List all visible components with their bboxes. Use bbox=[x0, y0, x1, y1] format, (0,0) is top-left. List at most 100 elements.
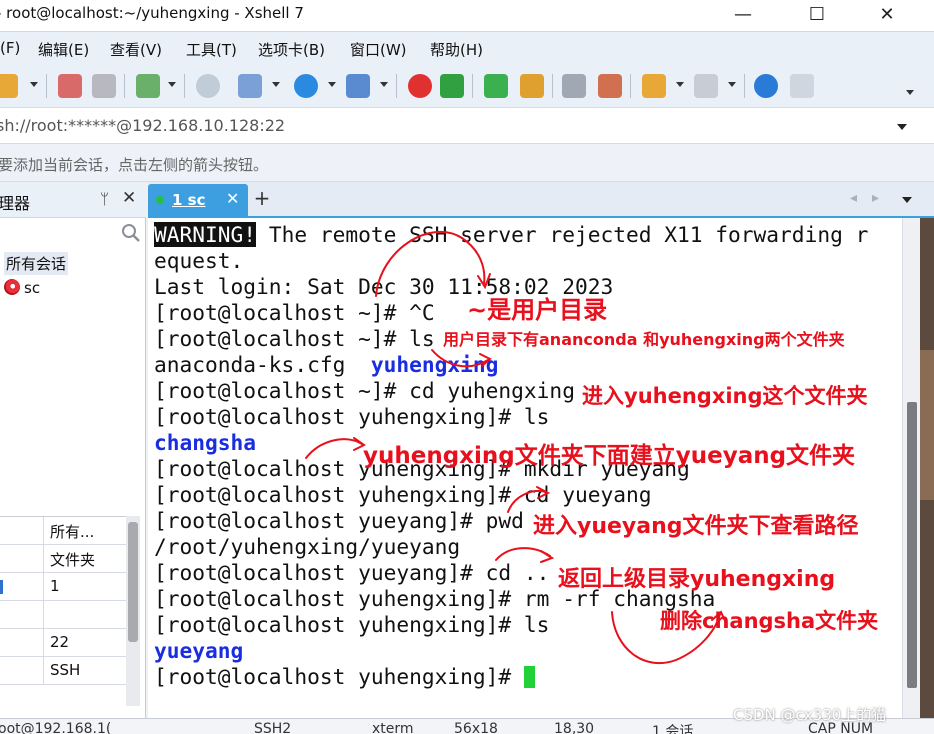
terminal-line: [root@localhost yuhengxing]# cd yueyang bbox=[154, 482, 652, 507]
chat-icon[interactable] bbox=[790, 74, 814, 98]
properties-icon[interactable] bbox=[136, 74, 160, 98]
xftp-icon[interactable] bbox=[440, 74, 464, 98]
search-icon[interactable] bbox=[120, 222, 142, 244]
terminal-scrollbar[interactable] bbox=[902, 218, 920, 718]
property-row: 所有... bbox=[0, 517, 128, 545]
dropdown-arrow-icon[interactable] bbox=[272, 82, 280, 87]
dropdown-arrow-icon[interactable] bbox=[168, 82, 176, 87]
terminal-line: [root@localhost yuhengxing]# ls bbox=[154, 404, 550, 429]
tab-scroll-left-icon[interactable]: ◂ bbox=[850, 190, 857, 206]
font-icon[interactable] bbox=[346, 74, 370, 98]
help-icon[interactable] bbox=[754, 74, 778, 98]
xshell-logo-icon[interactable] bbox=[408, 74, 432, 98]
property-value: 1 bbox=[50, 577, 60, 595]
window-title: - root@localhost:~/yuhengxing - Xshell 7 bbox=[0, 4, 304, 22]
menu-file[interactable]: (F) bbox=[0, 39, 20, 57]
hint-text: 要添加当前会话，点击左侧的箭头按钮。 bbox=[0, 156, 269, 174]
toolbar-overflow-icon[interactable] bbox=[906, 90, 914, 95]
connected-status-icon bbox=[156, 196, 164, 204]
tile-icon[interactable] bbox=[694, 74, 718, 98]
layout-icon[interactable] bbox=[238, 74, 262, 98]
annotation-pwd: 进入yueyang文件夹下查看路径 bbox=[533, 514, 859, 539]
warning-tag: WARNING! bbox=[154, 222, 257, 247]
dropdown-arrow-icon[interactable] bbox=[676, 82, 684, 87]
terminal-line: [root@localhost ~]# ^C bbox=[154, 300, 435, 325]
scrollbar-thumb[interactable] bbox=[128, 522, 138, 642]
fullscreen-icon[interactable] bbox=[484, 74, 508, 98]
toolbar-separator bbox=[744, 74, 745, 98]
menu-edit[interactable]: 编辑(E) bbox=[38, 39, 89, 60]
address-bar[interactable]: sh://root:******@192.168.10.128:22 bbox=[0, 108, 934, 144]
annotation-mkdir: yuhengxing文件夹下面建立yueyang文件夹 bbox=[363, 443, 856, 469]
globe-icon[interactable] bbox=[294, 74, 318, 98]
minimize-button[interactable]: — bbox=[720, 0, 766, 30]
address-text: sh://root:******@192.168.10.128:22 bbox=[0, 116, 286, 135]
pin-icon[interactable]: ᛘ bbox=[100, 190, 109, 208]
property-row: SSH bbox=[0, 657, 128, 685]
keyboard-icon[interactable] bbox=[562, 74, 586, 98]
lock-icon[interactable] bbox=[520, 74, 544, 98]
directory-name: yuhengxing bbox=[370, 352, 499, 377]
property-key bbox=[0, 657, 44, 685]
property-key bbox=[0, 517, 44, 545]
menu-view[interactable]: 查看(V) bbox=[110, 39, 162, 60]
annotation-rm: 删除changsha文件夹 bbox=[660, 609, 879, 633]
pen-icon[interactable] bbox=[598, 74, 622, 98]
menu-tabs[interactable]: 选项卡(B) bbox=[258, 39, 325, 60]
dropdown-arrow-icon[interactable] bbox=[328, 82, 336, 87]
session-properties: 所有... 文件夹 1 22 SSH bbox=[0, 516, 128, 706]
terminal-line: [root@localhost ~]# ls bbox=[154, 326, 435, 351]
toolbar-separator bbox=[472, 74, 473, 98]
menu-tools[interactable]: 工具(T) bbox=[186, 39, 237, 60]
tab-list-dropdown-icon[interactable] bbox=[902, 197, 912, 203]
dropdown-arrow-icon[interactable] bbox=[728, 82, 736, 87]
close-button[interactable]: ✕ bbox=[864, 0, 910, 30]
status-terminal-type: xterm bbox=[372, 721, 414, 734]
scrollbar-thumb[interactable] bbox=[907, 402, 917, 688]
property-value: SSH bbox=[50, 661, 81, 679]
terminal-line: changsha bbox=[154, 430, 256, 456]
reconnect-icon[interactable] bbox=[92, 74, 116, 98]
disconnect-icon[interactable] bbox=[58, 74, 82, 98]
background-edge bbox=[920, 350, 934, 500]
tree-item-all-sessions[interactable]: 所有会话 bbox=[4, 252, 69, 275]
tree-item-sc[interactable]: sc bbox=[4, 279, 40, 297]
dropdown-arrow-icon[interactable] bbox=[30, 82, 38, 87]
menu-window[interactable]: 窗口(W) bbox=[350, 39, 407, 60]
toolbar bbox=[0, 64, 934, 108]
maximize-button[interactable]: ☐ bbox=[794, 0, 840, 30]
open-folder-icon[interactable] bbox=[0, 74, 18, 98]
properties-scrollbar[interactable] bbox=[126, 516, 140, 706]
status-protocol: SSH2 bbox=[254, 721, 292, 734]
tab-close-icon[interactable]: ✕ bbox=[226, 189, 239, 208]
tab-label: 1 sc bbox=[172, 191, 206, 209]
menu-help[interactable]: 帮助(H) bbox=[430, 39, 483, 60]
terminal-line: [root@localhost yueyang]# cd .. bbox=[154, 560, 550, 585]
new-tab-icon[interactable] bbox=[642, 74, 666, 98]
tab-sc[interactable]: 1 sc ✕ bbox=[148, 184, 248, 216]
annotation-ls-home: 用户目录下有ananconda 和yuhengxing两个文件夹 bbox=[443, 330, 845, 349]
dropdown-arrow-icon[interactable] bbox=[380, 82, 388, 87]
terminal-line: [root@localhost yueyang]# pwd bbox=[154, 508, 524, 533]
tree-item-label: sc bbox=[24, 279, 41, 297]
close-icon[interactable]: ✕ bbox=[122, 188, 136, 208]
property-value: 22 bbox=[50, 633, 70, 651]
terminal-text: anaconda-ks.cfg bbox=[154, 352, 371, 377]
chevron-down-icon[interactable] bbox=[897, 124, 907, 130]
find-icon[interactable] bbox=[196, 74, 220, 98]
add-tab-button[interactable]: + bbox=[250, 184, 274, 212]
property-row: 文件夹 bbox=[0, 545, 128, 573]
session-manager-title: 理器 bbox=[0, 194, 31, 213]
property-key bbox=[0, 629, 44, 657]
terminal-line: [root@localhost yuhengxing]# ls bbox=[154, 612, 550, 637]
session-manager-header: 理器 ᛘ ✕ bbox=[0, 182, 146, 218]
directory-name: changsha bbox=[154, 430, 257, 455]
toolbar-separator bbox=[552, 74, 553, 98]
property-row bbox=[0, 601, 128, 629]
property-value: 文件夹 bbox=[50, 551, 96, 569]
terminal-prompt: [root@localhost yuhengxing]# bbox=[154, 664, 524, 689]
tab-scroll-right-icon[interactable]: ▸ bbox=[872, 190, 879, 206]
property-key bbox=[0, 601, 44, 629]
annotation-cd-up: 返回上级目录yuhengxing bbox=[558, 567, 836, 592]
annotation-cd-yuhengxing: 进入yuhengxing这个文件夹 bbox=[582, 384, 868, 408]
